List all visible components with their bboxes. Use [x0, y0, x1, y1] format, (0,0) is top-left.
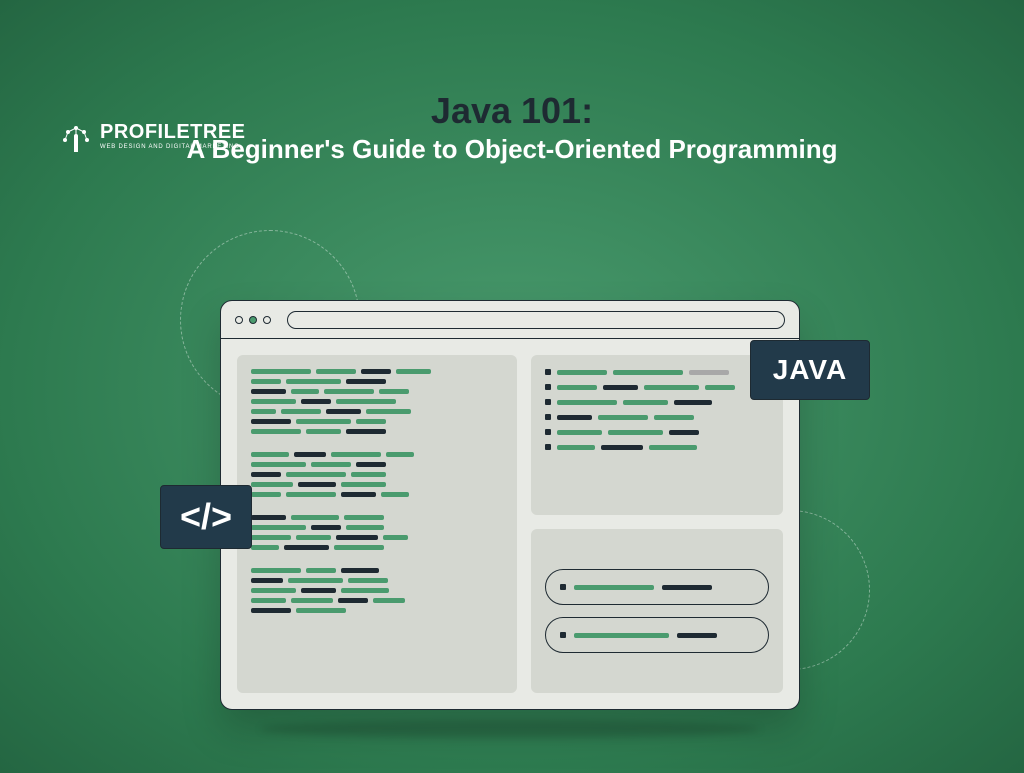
- url-bar: [287, 311, 785, 329]
- window-dot: [249, 316, 257, 324]
- logo: PROFILETREE WEB DESIGN AND DIGITAL MARKE…: [60, 118, 246, 154]
- code-badge: </>: [160, 485, 252, 549]
- java-badge: JAVA: [750, 340, 870, 400]
- window-dot: [263, 316, 271, 324]
- logo-text-sub: WEB DESIGN AND DIGITAL MARKETING: [100, 144, 246, 150]
- shadow: [260, 720, 760, 738]
- code-panel-left: [237, 355, 517, 693]
- window-dot: [235, 316, 243, 324]
- browser-window: [220, 300, 800, 710]
- tree-icon: [60, 118, 92, 154]
- code-panel-bottom-right: [531, 529, 783, 693]
- code-panel-top-right: [531, 355, 783, 515]
- browser-bar: [221, 301, 799, 339]
- logo-text-main: PROFILETREE: [100, 122, 246, 142]
